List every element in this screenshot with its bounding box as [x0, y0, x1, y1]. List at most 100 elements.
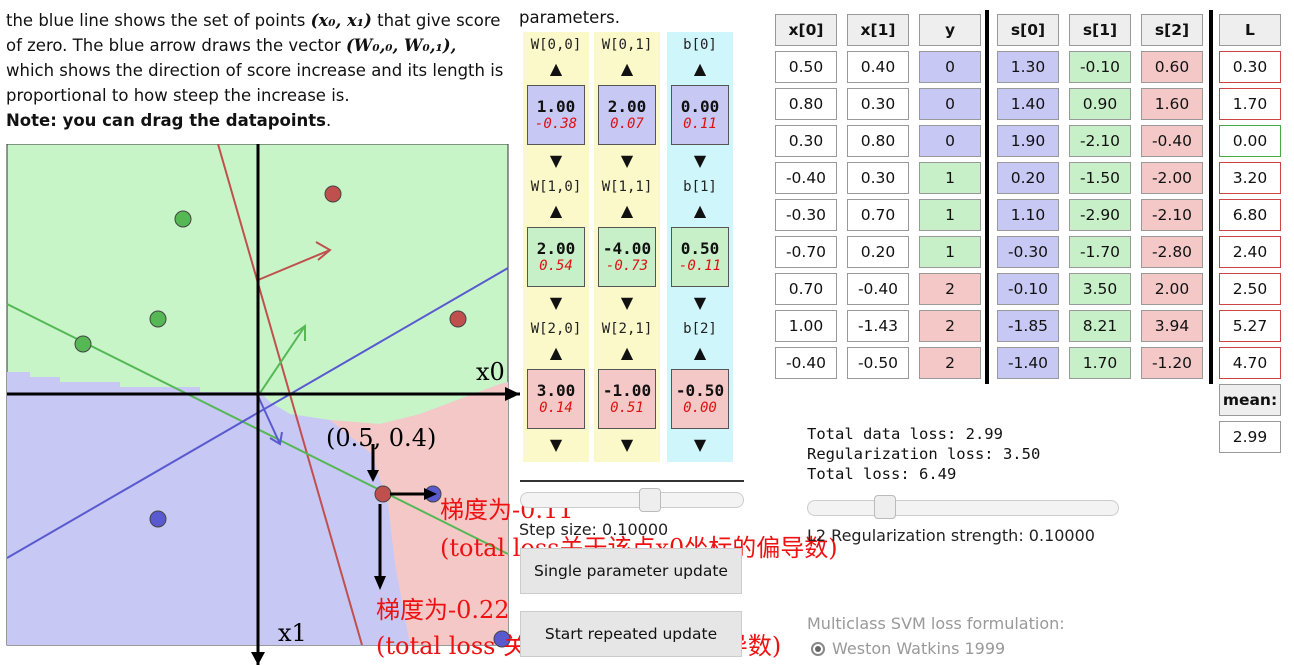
table-header: s[1] [1069, 14, 1131, 46]
increment-arrow-icon[interactable]: ▲ [667, 202, 733, 220]
weight-value-box[interactable]: -4.00 -0.73 [598, 227, 656, 287]
table-cell: 1.90 [997, 125, 1059, 157]
weight-value: 0.50 [680, 239, 720, 258]
table-separator [985, 10, 989, 384]
formulation-radio[interactable] [811, 642, 825, 656]
weight-label: W[1,0] [530, 179, 582, 195]
datapoint-class-2[interactable] [149, 510, 167, 528]
table-cell: -2.80 [1141, 236, 1203, 268]
table-cell[interactable]: -0.40 [847, 273, 909, 305]
description: the blue line shows the set of points (x… [6, 8, 516, 133]
weight-column-0: W[0,0] ▲ 1.00 -0.38 ▼ W[1,0] ▲ 2.00 0.54 ▼ W[2,0] ▲… [523, 32, 589, 462]
reg-loss: Regularization loss: 3.50 [807, 445, 1041, 463]
weight-value-box[interactable]: 3.00 0.14 [527, 369, 585, 429]
increment-arrow-icon[interactable]: ▲ [667, 60, 733, 78]
increment-arrow-icon[interactable]: ▲ [594, 202, 660, 220]
datapoint-class-0[interactable] [374, 485, 392, 503]
table-cell: -0.30 [997, 236, 1059, 268]
weight-value-box[interactable]: 2.00 0.54 [527, 227, 585, 287]
weight-gradient: 0.11 [683, 116, 717, 132]
step-size-knob[interactable] [639, 488, 661, 512]
table-cell: -2.10 [1141, 199, 1203, 231]
plot-canvas[interactable] [0, 144, 520, 665]
table-cell[interactable]: -1.43 [847, 310, 909, 342]
table-cell[interactable]: -0.40 [775, 347, 837, 379]
table-cell: 0.20 [997, 162, 1059, 194]
table-cell[interactable]: 0.70 [847, 199, 909, 231]
decrement-arrow-icon[interactable]: ▼ [594, 152, 660, 170]
table-cell[interactable]: 1.00 [775, 310, 837, 342]
table-cell[interactable]: -0.40 [775, 162, 837, 194]
table-cell[interactable]: 0.30 [775, 125, 837, 157]
weight-column-1: W[0,1] ▲ 2.00 0.07 ▼ W[1,1] ▲ -4.00 -0.73 ▼ W[2,1]… [594, 32, 660, 462]
weight-gradient: 0.00 [683, 400, 717, 416]
decrement-arrow-icon[interactable]: ▼ [667, 152, 733, 170]
table-cell[interactable]: 0.30 [847, 162, 909, 194]
decrement-arrow-icon[interactable]: ▼ [667, 294, 733, 312]
table-cell[interactable]: -0.30 [775, 199, 837, 231]
weight-value: 0.00 [680, 97, 720, 116]
decrement-arrow-icon[interactable]: ▼ [594, 436, 660, 454]
table-header: s[0] [997, 14, 1059, 46]
table-cell: 1.70 [1069, 347, 1131, 379]
increment-arrow-icon[interactable]: ▲ [523, 60, 589, 78]
datapoint-class-1[interactable] [174, 210, 192, 228]
decrement-arrow-icon[interactable]: ▼ [523, 294, 589, 312]
total-loss: Total loss: 6.49 [807, 465, 957, 483]
datapoint-class-1[interactable] [74, 335, 92, 353]
weight-value-box[interactable]: 1.00 -0.38 [527, 85, 585, 145]
weight-value-box[interactable]: -1.00 0.51 [598, 369, 656, 429]
table-header: y [919, 14, 981, 46]
reg-strength-knob[interactable] [874, 495, 896, 519]
weight-value-box[interactable]: -0.50 0.00 [671, 369, 729, 429]
weight-gradient: 0.51 [610, 400, 644, 416]
step-size-slider[interactable] [520, 492, 744, 508]
reg-strength-slider[interactable] [807, 500, 1119, 516]
repeated-update-button[interactable]: Start repeated update [520, 611, 742, 657]
increment-arrow-icon[interactable]: ▲ [523, 344, 589, 362]
loss-cell: 2.40 [1219, 236, 1281, 268]
table-cell[interactable]: 0.50 [775, 51, 837, 83]
weight-value-box[interactable]: 0.50 -0.11 [671, 227, 729, 287]
axis-x1-label: x1 [278, 619, 307, 647]
table-cell: 8.21 [1069, 310, 1131, 342]
table-cell[interactable]: 0.80 [847, 125, 909, 157]
desc-line4: proportional to how steep the increase i… [6, 86, 350, 105]
table-cell[interactable]: 0.30 [847, 88, 909, 120]
decrement-arrow-icon[interactable]: ▼ [523, 152, 589, 170]
increment-arrow-icon[interactable]: ▲ [523, 202, 589, 220]
weight-value-box[interactable]: 2.00 0.07 [598, 85, 656, 145]
table-cell[interactable]: 0.80 [775, 88, 837, 120]
increment-arrow-icon[interactable]: ▲ [594, 344, 660, 362]
loss-cell: 0.30 [1219, 51, 1281, 83]
increment-arrow-icon[interactable]: ▲ [594, 60, 660, 78]
desc-math-w: (W₀,₀, W₀,₁), [346, 36, 457, 55]
weight-value: 2.00 [607, 97, 647, 116]
table-cell[interactable]: 0.40 [847, 51, 909, 83]
table-cell: -1.20 [1141, 347, 1203, 379]
increment-arrow-icon[interactable]: ▲ [667, 344, 733, 362]
table-cell[interactable]: 0.20 [847, 236, 909, 268]
datapoint-class-1[interactable] [149, 310, 167, 328]
table-cell[interactable]: 0.70 [775, 273, 837, 305]
table-header: x[0] [775, 14, 837, 46]
desc-line2: of zero. The blue arrow draws the vector [6, 36, 341, 55]
mean-value: 2.99 [1219, 421, 1281, 453]
weight-label: W[0,0] [530, 37, 582, 53]
formulation-label: Multiclass SVM loss formulation: [807, 614, 1065, 633]
step-size-label: Step size: 0.10000 [519, 520, 669, 539]
table-cell: 1.40 [997, 88, 1059, 120]
single-update-button[interactable]: Single parameter update [520, 548, 742, 594]
loss-cell: 5.27 [1219, 310, 1281, 342]
table-cell: -2.90 [1069, 199, 1131, 231]
decision-plot[interactable]: x0 x1 (0.5, 0.4) [0, 144, 520, 665]
table-cell[interactable]: -0.50 [847, 347, 909, 379]
table-cell: -1.85 [997, 310, 1059, 342]
decrement-arrow-icon[interactable]: ▼ [523, 436, 589, 454]
table-cell[interactable]: -0.70 [775, 236, 837, 268]
datapoint-class-0[interactable] [324, 185, 342, 203]
datapoint-class-0[interactable] [449, 310, 467, 328]
decrement-arrow-icon[interactable]: ▼ [594, 294, 660, 312]
weight-value-box[interactable]: 0.00 0.11 [671, 85, 729, 145]
decrement-arrow-icon[interactable]: ▼ [667, 436, 733, 454]
